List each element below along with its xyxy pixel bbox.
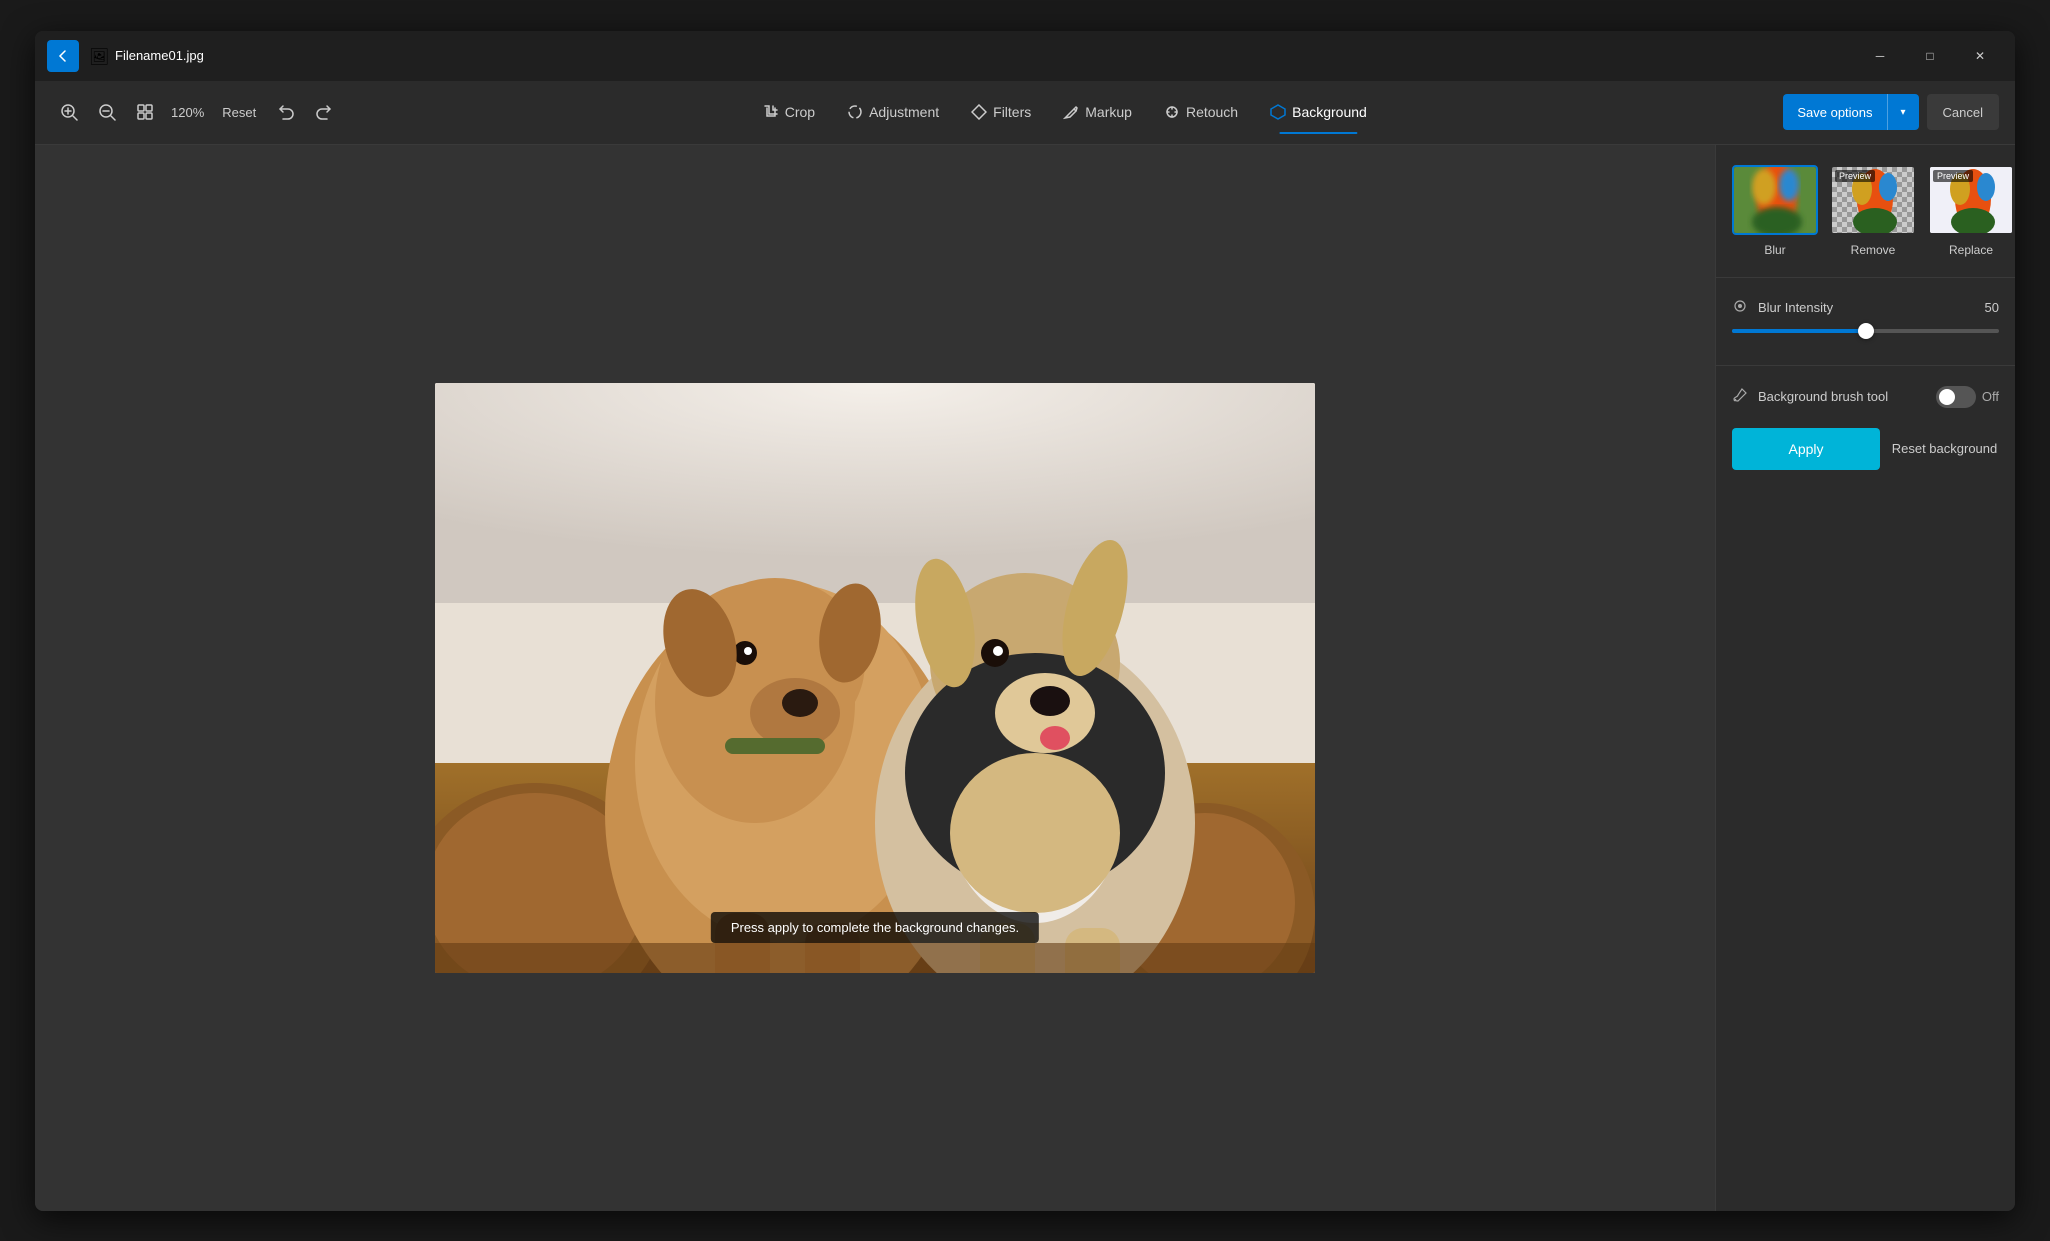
blur-mode-label: Blur (1764, 243, 1785, 257)
back-button[interactable] (47, 40, 79, 72)
zoom-controls: 120% Reset (51, 94, 342, 130)
blur-mode-thumb[interactable]: Blur (1732, 165, 1818, 257)
blur-thumb-box[interactable] (1732, 165, 1818, 235)
blur-slider-fill (1732, 329, 1866, 333)
filters-label: Filters (993, 104, 1031, 120)
reset-button[interactable]: Reset (212, 101, 266, 124)
redo-button[interactable] (306, 94, 342, 130)
image-container: Press apply to complete the background c… (435, 383, 1315, 973)
save-options-label: Save options (1783, 105, 1886, 120)
title-bar: 🖼 Filename01.jpg ─ □ ✕ (35, 31, 2015, 81)
zoom-fit-button[interactable] (127, 94, 163, 130)
background-mode-thumbnails: Blur Preview (1732, 165, 1999, 257)
blur-intensity-label: Blur Intensity (1758, 300, 1967, 315)
brush-toggle[interactable] (1936, 386, 1976, 408)
toolbar-right: Save options ▾ Cancel (1783, 94, 1999, 130)
brush-tool-label: Background brush tool (1758, 389, 1928, 404)
replace-mode-thumb[interactable]: Preview Replace (1928, 165, 2014, 257)
reset-background-button[interactable]: Reset background (1890, 428, 1999, 470)
save-options-chevron-icon[interactable]: ▾ (1887, 94, 1919, 130)
blur-thumb-image (1734, 167, 1818, 235)
filters-tool[interactable]: Filters (955, 98, 1047, 126)
minimize-button[interactable]: ─ (1857, 40, 1903, 72)
background-label: Background (1292, 104, 1367, 120)
blur-slider-thumb[interactable] (1858, 323, 1874, 339)
background-tool[interactable]: Background (1254, 98, 1383, 126)
retouch-tool[interactable]: Retouch (1148, 98, 1254, 126)
action-buttons: Apply Reset background (1732, 428, 1999, 470)
status-bar: Press apply to complete the background c… (711, 912, 1039, 943)
file-name: Filename01.jpg (115, 48, 1857, 63)
toggle-knob (1939, 389, 1955, 405)
zoom-level: 120% (165, 105, 210, 120)
crop-label: Crop (785, 104, 815, 120)
apply-button[interactable]: Apply (1732, 428, 1880, 470)
replace-preview-label: Preview (1933, 170, 1973, 182)
crop-tool[interactable]: Crop (747, 98, 831, 126)
right-panel: Blur Preview (1715, 145, 2015, 1211)
intensity-row: Blur Intensity 50 (1732, 298, 1999, 317)
file-icon: 🖼 (89, 47, 107, 65)
panel-separator-1 (1716, 277, 2015, 278)
brush-tool-row: Background brush tool Off (1732, 386, 1999, 408)
maximize-button[interactable]: □ (1907, 40, 1953, 72)
brush-icon (1732, 387, 1750, 406)
tool-buttons: Crop Adjustment Filters Markup (350, 98, 1779, 126)
remove-thumb-box[interactable]: Preview (1830, 165, 1916, 235)
panel-separator-2 (1716, 365, 2015, 366)
markup-tool[interactable]: Markup (1047, 98, 1148, 126)
retouch-label: Retouch (1186, 104, 1238, 120)
blur-slider-track[interactable] (1732, 329, 1999, 333)
adjustment-label: Adjustment (869, 104, 939, 120)
replace-mode-label: Replace (1949, 243, 1993, 257)
remove-mode-label: Remove (1851, 243, 1896, 257)
adjustment-tool[interactable]: Adjustment (831, 98, 955, 126)
save-options-button[interactable]: Save options ▾ (1783, 94, 1918, 130)
replace-thumb-box[interactable]: Preview (1928, 165, 2014, 235)
cancel-button[interactable]: Cancel (1927, 94, 1999, 130)
window-controls: ─ □ ✕ (1857, 40, 2003, 72)
scene-svg (435, 383, 1315, 973)
markup-label: Markup (1085, 104, 1132, 120)
brush-toggle-group: Off (1936, 386, 1999, 408)
remove-mode-thumb[interactable]: Preview (1830, 165, 1916, 257)
close-button[interactable]: ✕ (1957, 40, 2003, 72)
main-content: Press apply to complete the background c… (35, 145, 2015, 1211)
blur-intensity-section: Blur Intensity 50 (1732, 298, 1999, 345)
main-image (435, 383, 1315, 973)
zoom-in-button[interactable] (51, 94, 87, 130)
blur-intensity-icon (1732, 298, 1750, 317)
canvas-area: Press apply to complete the background c… (35, 145, 1715, 1211)
toolbar: 120% Reset (35, 81, 2015, 145)
undo-button[interactable] (268, 94, 304, 130)
blur-intensity-value: 50 (1975, 300, 1999, 315)
blur-slider-container (1732, 317, 1999, 345)
status-text: Press apply to complete the background c… (731, 920, 1019, 935)
remove-preview-label: Preview (1835, 170, 1875, 182)
dog-scene-image (435, 383, 1315, 973)
zoom-out-button[interactable] (89, 94, 125, 130)
app-window: 🖼 Filename01.jpg ─ □ ✕ (35, 31, 2015, 1211)
toggle-off-label: Off (1982, 389, 1999, 404)
